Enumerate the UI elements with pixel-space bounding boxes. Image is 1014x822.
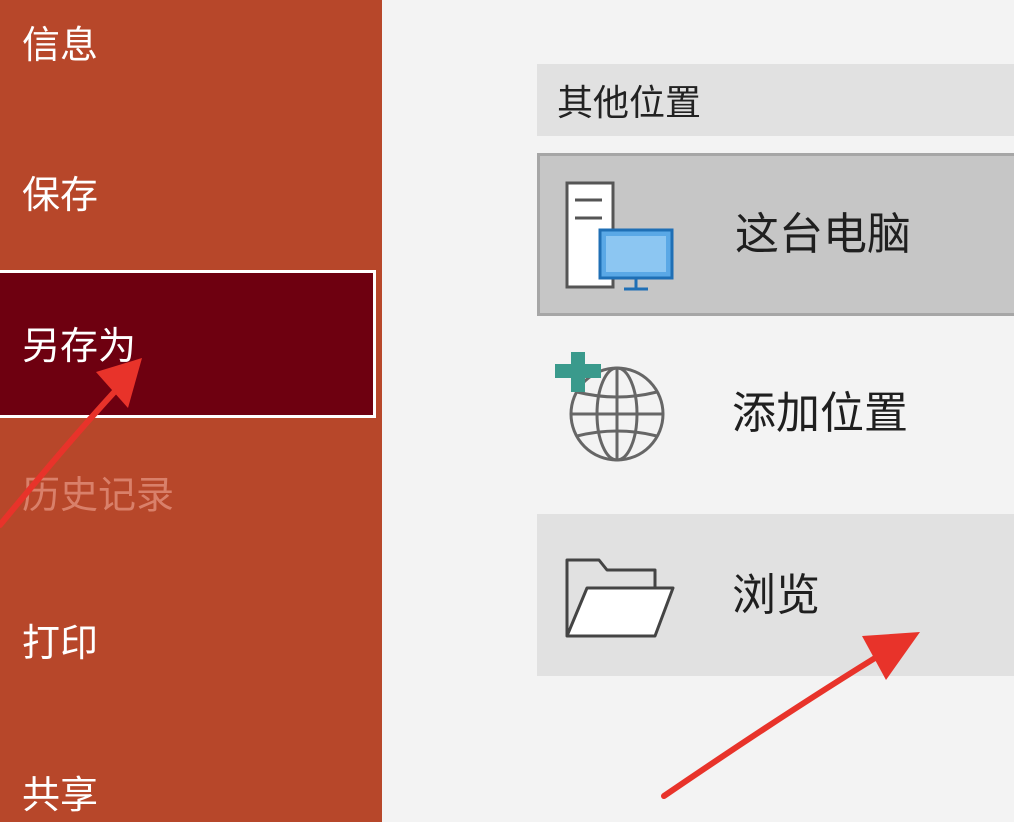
nav-item-label: 共享 (22, 773, 99, 817)
add-location-globe-icon (555, 352, 670, 471)
nav-item-info[interactable]: 信息 (0, 26, 376, 64)
nav-item-label: 历史记录 (22, 473, 175, 517)
nav-item-save-as[interactable]: 另存为 (0, 270, 376, 418)
location-this-pc[interactable]: 这台电脑 (537, 153, 1014, 316)
location-label: 浏览 (732, 570, 820, 621)
nav-item-print[interactable]: 打印 (0, 624, 376, 662)
location-label: 添加位置 (732, 388, 908, 439)
backstage-sidebar: 信息 保存 另存为 历史记录 打印 共享 (0, 0, 382, 822)
nav-item-label: 另存为 (22, 324, 137, 368)
nav-item-label: 保存 (22, 173, 99, 217)
computer-icon (562, 180, 677, 299)
nav-item-label: 信息 (22, 23, 99, 67)
nav-item-label: 打印 (22, 621, 99, 665)
location-add-place[interactable]: 添加位置 (537, 330, 1014, 500)
nav-item-save[interactable]: 保存 (0, 176, 376, 214)
save-as-panel: 其他位置 这台电脑 添加位置 浏览 (382, 0, 1014, 822)
location-browse[interactable]: 浏览 (537, 514, 1014, 676)
nav-item-share[interactable]: 共享 (0, 776, 376, 814)
nav-item-history: 历史记录 (0, 476, 376, 514)
section-header-other-locations: 其他位置 (537, 64, 1014, 136)
section-header-label: 其他位置 (557, 83, 702, 124)
folder-open-icon (563, 552, 678, 646)
location-label: 这台电脑 (735, 209, 911, 260)
